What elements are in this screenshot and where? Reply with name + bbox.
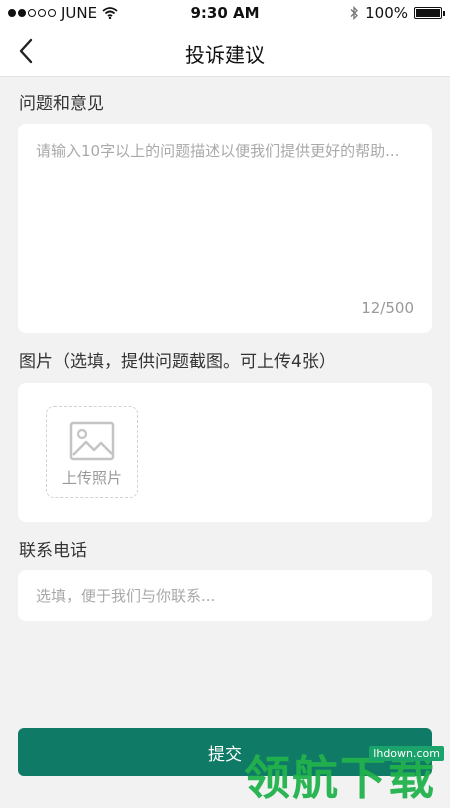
feedback-label: 问题和意见 [19,94,104,114]
upload-label: 上传照片 [61,469,122,487]
nav-bar: 投诉建议 [0,26,450,77]
status-bar: JUNE 9:30 AM 100% [0,0,450,26]
battery-percent: 100% [365,4,408,22]
status-right: 100% [349,4,445,22]
image-icon [69,421,115,461]
bluetooth-icon [350,6,359,20]
char-counter: 12/500 [361,299,414,317]
watermark-url: lhdown.com [369,746,444,761]
upload-photo-button[interactable]: 上传照片 [46,406,138,498]
phone-input[interactable] [18,570,432,621]
contact-label: 联系电话 [19,541,87,561]
images-label: 图片（选填，提供问题截图。可上传4张） [19,352,336,372]
battery-fill [416,9,440,17]
battery-icon [414,7,445,19]
page-title: 投诉建议 [185,43,265,67]
